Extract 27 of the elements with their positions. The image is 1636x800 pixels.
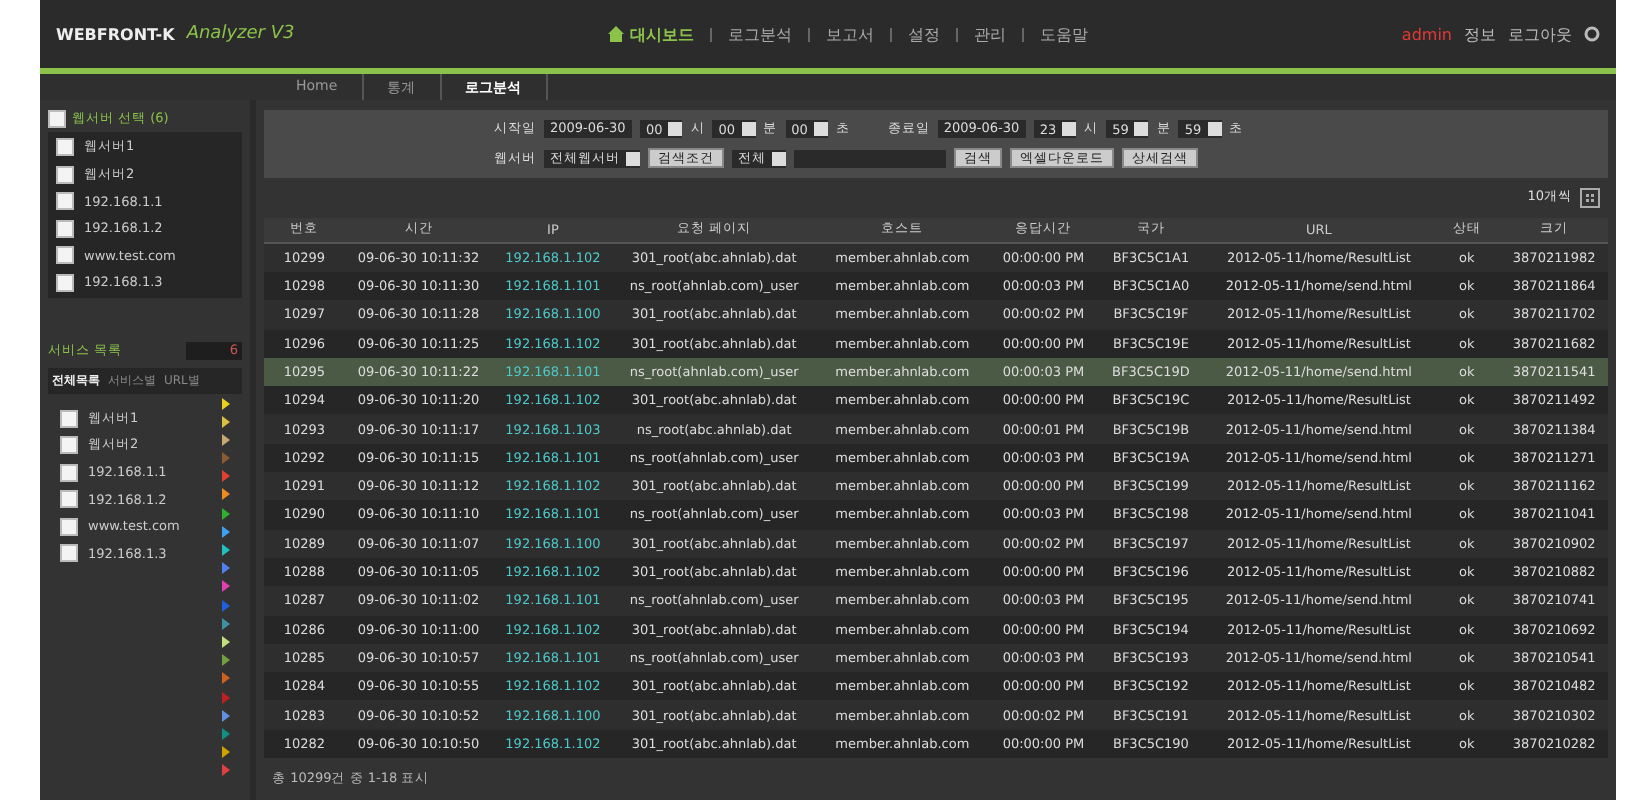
checkbox[interactable]	[56, 273, 74, 291]
product-name: Analyzer V3	[186, 24, 295, 44]
checkbox[interactable]	[60, 544, 78, 562]
search-field[interactable]	[794, 149, 946, 167]
checkbox[interactable]	[60, 490, 78, 508]
checkbox[interactable]	[56, 192, 74, 210]
checkbox[interactable]	[56, 219, 74, 237]
header-link[interactable]: 정보	[1464, 23, 1496, 45]
logo-text: WEBFRONT-K	[56, 25, 175, 43]
checkbox[interactable]	[60, 409, 78, 427]
nav-menu-item[interactable]: 대시보드	[608, 23, 695, 45]
header-link[interactable]: 로그아웃	[1508, 23, 1572, 45]
nav-menu-item[interactable]: 도움말	[1040, 23, 1089, 45]
checkbox[interactable]	[56, 246, 74, 264]
nav-menu-item[interactable]: 관리	[974, 23, 1007, 45]
checkbox[interactable]	[48, 109, 66, 127]
checkbox[interactable]	[56, 165, 74, 183]
checkbox[interactable]	[60, 463, 78, 481]
nav-menu-item[interactable]: 설정	[908, 23, 941, 45]
checkbox[interactable]	[56, 138, 74, 156]
nav-menu-item[interactable]: 로그분석	[728, 23, 793, 45]
user-name: admin	[1401, 25, 1452, 43]
checkbox[interactable]	[60, 436, 78, 454]
grid-icon[interactable]	[1580, 187, 1600, 208]
home-icon	[608, 26, 625, 42]
checkbox[interactable]	[60, 517, 78, 535]
nav-menu-item[interactable]: 보고서	[826, 23, 875, 45]
